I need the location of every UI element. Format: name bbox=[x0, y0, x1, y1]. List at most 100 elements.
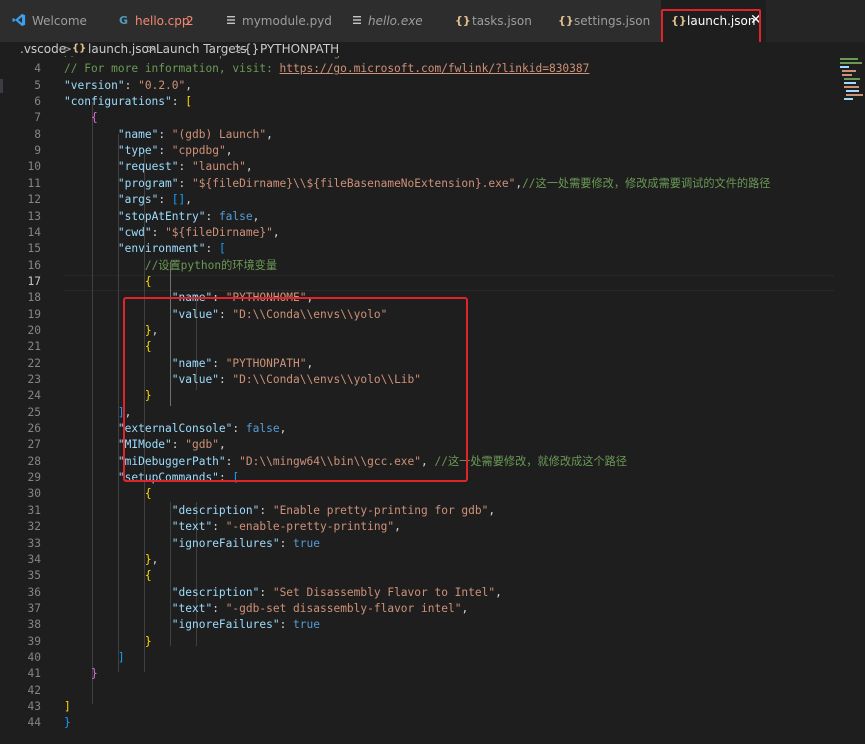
code-line: "externalConsole": false, bbox=[117, 422, 287, 436]
minimap-line bbox=[844, 86, 859, 88]
line-number: 28 bbox=[27, 454, 41, 468]
code-line: "request": "launch", bbox=[117, 160, 253, 174]
file-lines-icon bbox=[351, 13, 363, 30]
tab-label: launch.json bbox=[687, 14, 756, 28]
line-number: 4 bbox=[34, 62, 41, 76]
code-line: } bbox=[144, 634, 152, 648]
line-number: 9 bbox=[34, 144, 41, 158]
line-number: 21 bbox=[27, 340, 41, 354]
minimap-line bbox=[840, 66, 849, 68]
line-number: 41 bbox=[27, 667, 41, 681]
minimap-line bbox=[844, 78, 860, 80]
line-number: 44 bbox=[27, 716, 41, 730]
minimap-line bbox=[844, 82, 856, 84]
line-number: 8 bbox=[34, 127, 41, 141]
code-line: "environment": [ bbox=[117, 242, 226, 256]
line-number: 10 bbox=[27, 160, 41, 174]
line-number: 15 bbox=[27, 242, 41, 256]
line-number: 22 bbox=[27, 356, 41, 370]
chevron-right-icon: > bbox=[234, 42, 245, 56]
minimap-line bbox=[840, 58, 858, 60]
code-line: } bbox=[144, 389, 152, 403]
breadcrumb-symbol[interactable]: PYTHONPATH bbox=[260, 42, 339, 56]
code-line: } bbox=[64, 716, 71, 730]
code-line: "description": "Enable pretty-printing f… bbox=[171, 503, 496, 517]
line-number: 34 bbox=[27, 552, 41, 566]
code-editor[interactable]: 3 // Hover to view descriptions of existi… bbox=[0, 56, 838, 744]
line-number: 25 bbox=[27, 405, 41, 419]
current-line-highlight bbox=[64, 275, 834, 291]
code-line: "value": "D:\\Conda\\envs\\yolo" bbox=[171, 307, 388, 321]
code-line: ] bbox=[64, 700, 71, 713]
line-number: 16 bbox=[27, 258, 41, 272]
line-number: 7 bbox=[34, 111, 41, 125]
json-braces-icon: {} bbox=[558, 14, 574, 27]
line-number: 13 bbox=[27, 209, 41, 223]
code-line: { bbox=[144, 487, 152, 501]
line-number: 11 bbox=[27, 176, 41, 190]
code-line: // For more information, visit: https://… bbox=[64, 62, 590, 76]
minimap-line bbox=[846, 94, 863, 96]
tab-label: tasks.json bbox=[472, 14, 532, 28]
minimap-line bbox=[842, 74, 852, 76]
minimap-line bbox=[846, 90, 859, 92]
tab-bar: Welcome G hello.cpp 2 mymodule.pyd hello… bbox=[0, 0, 865, 46]
file-lines-icon bbox=[225, 13, 237, 30]
code-line: }, bbox=[144, 323, 159, 337]
line-number: 38 bbox=[27, 618, 41, 632]
breadcrumb: .vscode > {} launch.json > Launch Target… bbox=[0, 42, 865, 56]
close-icon[interactable]: ✕ bbox=[750, 12, 762, 28]
minimap[interactable] bbox=[838, 56, 865, 744]
code-line: { bbox=[90, 111, 98, 125]
line-number: 19 bbox=[27, 307, 41, 321]
line-number: 20 bbox=[27, 323, 41, 337]
line-number: 43 bbox=[27, 700, 41, 713]
code-line: "MIMode": "gdb", bbox=[117, 438, 226, 452]
code-line: "configurations": [ bbox=[64, 95, 193, 109]
code-line: "text": "-enable-pretty-printing", bbox=[171, 520, 401, 534]
tab-hello-cpp[interactable]: G hello.cpp 2 bbox=[104, 0, 209, 42]
code-line: ] bbox=[117, 650, 125, 664]
line-number: 27 bbox=[27, 438, 41, 452]
tab-hello-exe[interactable]: hello.exe bbox=[334, 0, 442, 42]
minimap-line bbox=[840, 62, 862, 64]
line-number: 29 bbox=[27, 471, 41, 485]
code-line: "description": "Set Disassembly Flavor t… bbox=[171, 585, 502, 599]
tab-mymodule-pyd[interactable]: mymodule.pyd bbox=[208, 0, 335, 42]
code-line: // Hover to view descriptions of existin… bbox=[64, 56, 421, 61]
code-line: "args": [], bbox=[117, 193, 193, 207]
tab-launch-json[interactable]: {} launch.json ✕ bbox=[661, 0, 766, 42]
line-number: 32 bbox=[27, 520, 41, 534]
line-number: 24 bbox=[27, 389, 41, 403]
code-line: "type": "cppdbg", bbox=[117, 144, 233, 158]
tab-label: settings.json bbox=[574, 14, 651, 28]
tab-label: Welcome bbox=[32, 14, 87, 28]
line-number: 35 bbox=[27, 569, 41, 583]
line-number: 18 bbox=[27, 291, 41, 305]
code-line: "ignoreFailures": true bbox=[171, 618, 320, 632]
code-line: "name": "(gdb) Launch", bbox=[117, 127, 273, 141]
minimap-line bbox=[844, 98, 853, 100]
code-line: "stopAtEntry": false, bbox=[117, 209, 260, 223]
line-number: 40 bbox=[27, 650, 41, 664]
code-line: } bbox=[90, 667, 98, 681]
code-line: { bbox=[144, 274, 152, 288]
tab-settings-json[interactable]: {} settings.json bbox=[545, 0, 662, 42]
tab-tasks-json[interactable]: {} tasks.json bbox=[441, 0, 546, 42]
line-number: 42 bbox=[27, 683, 41, 697]
code-line: "miDebuggerPath": "D:\\mingw64\\bin\\gcc… bbox=[117, 454, 627, 468]
code-line: //设置python的环境变量 bbox=[144, 258, 278, 272]
tab-label: hello.cpp bbox=[135, 14, 190, 28]
json-braces-icon: {} bbox=[671, 14, 687, 27]
line-number: 17 bbox=[27, 274, 41, 288]
json-braces-icon: {} bbox=[72, 43, 87, 54]
line-number: 3 bbox=[0, 56, 41, 61]
line-number: 37 bbox=[27, 601, 41, 615]
line-number: 31 bbox=[27, 503, 41, 517]
code-line: "program": "${fileDirname}\\${fileBasena… bbox=[117, 176, 771, 190]
vscode-icon bbox=[12, 13, 26, 30]
tab-label: hello.exe bbox=[368, 14, 423, 28]
tab-welcome[interactable]: Welcome bbox=[0, 0, 105, 42]
code-line: { bbox=[144, 340, 152, 354]
breadcrumb-folder[interactable]: .vscode bbox=[20, 42, 66, 56]
